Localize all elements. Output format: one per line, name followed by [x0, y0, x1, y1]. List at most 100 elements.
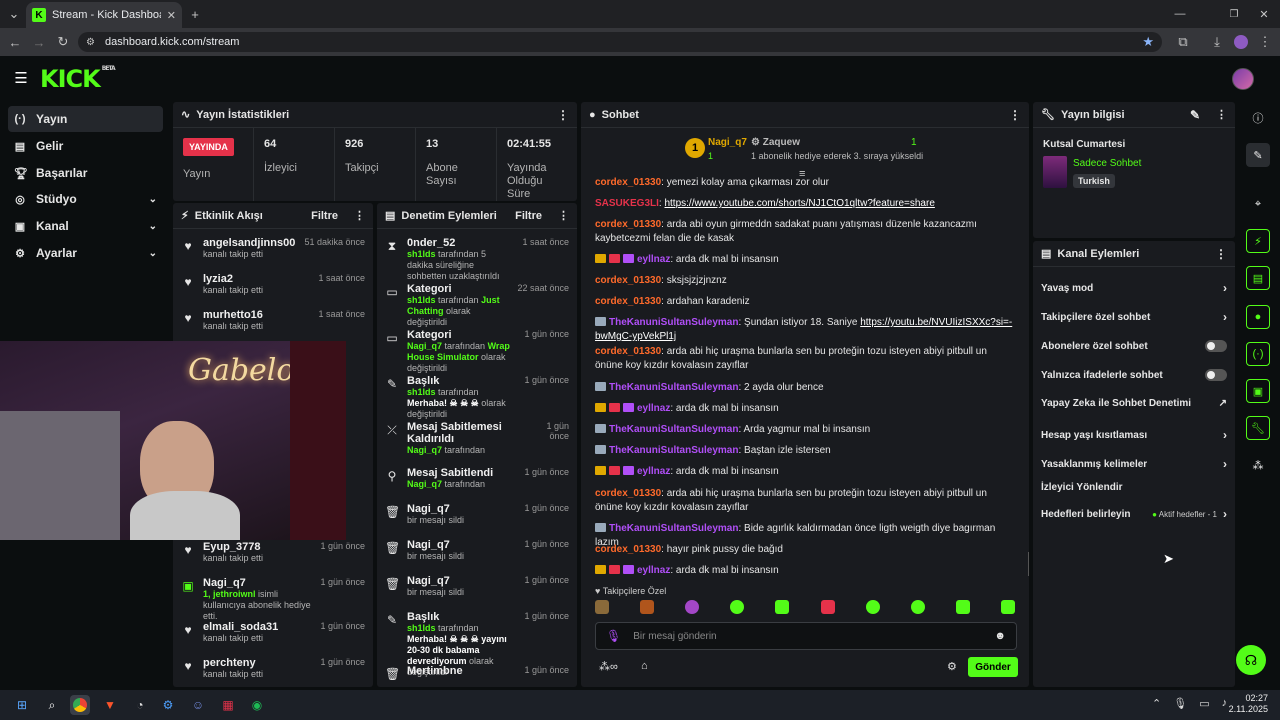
emote-4-icon[interactable] [730, 600, 745, 614]
list-item[interactable]: ♥ angelsandjinns00 kanalı takip etti 51 dak… [173, 237, 373, 260]
list-item[interactable]: ⚲ Mesaj Sabitlendi Nagi_q7 tarafından 1 gün… [377, 467, 577, 490]
chat-username[interactable]: SASUKEG3LI [595, 198, 659, 209]
action-ai-moderation[interactable]: Yapay Zeka ile Sohbet Denetimi ↗ [1041, 398, 1227, 409]
extensions-icon[interactable]: ⧉ [1176, 34, 1190, 50]
hamburger-menu-icon[interactable]: ☰ [14, 70, 28, 87]
chat-username[interactable]: cordex_01330 [595, 346, 661, 357]
emotes-only-toggle[interactable] [1205, 369, 1227, 381]
sidebar-item-ayarlar[interactable]: ⚙ Ayarlar ⌄ [8, 240, 163, 266]
chat-bubble-icon[interactable]: ● [1246, 305, 1270, 329]
list-item[interactable]: ♥ elmali_soda31 kanalı takip etti 1 gün önc… [173, 621, 373, 644]
action-raid[interactable]: İzleyici Yönlendir [1041, 482, 1227, 493]
tab-search-icon[interactable]: ⌄ [6, 6, 22, 22]
filter-button[interactable]: Filtre [311, 210, 338, 222]
gifter-name[interactable]: ⚙ Zaquew [751, 137, 800, 148]
list-item[interactable]: ▭ Kategori sh1lds tarafından Just Chatting… [377, 283, 577, 328]
app-icon[interactable]: ◔ [130, 695, 150, 715]
emoji-icon[interactable]: ☻ [994, 630, 1006, 642]
list-item[interactable]: ▭ Kategori Nagi_q7 tarafından Wrap House S… [377, 329, 577, 374]
display-icon[interactable]: ▭ [1199, 697, 1209, 710]
emote-10-icon[interactable] [1000, 600, 1015, 614]
mic-icon[interactable]: 🎙︎ [1173, 697, 1187, 710]
address-bar[interactable]: ⚙ dashboard.kick.com/stream ★ [78, 32, 1162, 52]
list-item[interactable]: ⧗ 0nder_52 sh1lds tarafından 5 dakika süre… [377, 237, 577, 282]
list-item[interactable]: 🗑︎ Nagi_q7 bir mesajı sildi 1 gün önce [377, 575, 577, 598]
chat-username[interactable]: eyllnaz [637, 254, 670, 265]
action-slow-mode[interactable]: Yavaş mod › [1041, 281, 1227, 295]
volume-icon[interactable]: ♪ [1222, 697, 1228, 710]
sidebar-item-studyo[interactable]: ◎ Stüdyo ⌄ [8, 186, 163, 212]
apps-icon[interactable]: ⁂ [1246, 453, 1270, 477]
sidebar-item-yayin[interactable]: (·) Yayın [8, 106, 163, 132]
media-app-icon[interactable]: ▦ [218, 695, 238, 715]
action-account-age[interactable]: Hesap yaşı kısıtlaması › [1041, 428, 1227, 442]
chat-username[interactable]: TheKanuniSultanSuleyman [609, 523, 738, 534]
microphone-icon[interactable]: 🎙︎ [606, 629, 621, 643]
maximize-icon[interactable]: ❐ [1226, 6, 1242, 22]
more-options-icon[interactable]: ⋮ [558, 209, 569, 222]
more-options-icon[interactable]: ⋮ [354, 209, 365, 222]
top-gifter-name[interactable]: Nagi_q7 [708, 137, 747, 148]
action-banned-words[interactable]: Yasaklanmış kelimeler › [1041, 457, 1227, 471]
sidebar-item-basarilar[interactable]: 🏆︎ Başarılar [8, 160, 163, 186]
chat-username[interactable]: eyllnaz [637, 466, 670, 477]
chat-link[interactable]: https://www.youtube.com/shorts/NJ1CtO1ql… [664, 198, 934, 209]
chat-username[interactable]: TheKanuniSultanSuleyman [609, 424, 738, 435]
search-icon[interactable]: ⌕ [42, 695, 62, 715]
chat-settings-icon[interactable]: ⚙ [947, 660, 957, 673]
back-icon[interactable]: ← [8, 34, 22, 50]
discord-icon[interactable]: ☺ [188, 695, 208, 715]
chat-scrollbar[interactable] [1028, 552, 1029, 576]
emote-3-icon[interactable] [685, 600, 700, 614]
broadcast-icon[interactable]: (·) [1246, 342, 1270, 366]
close-tab-icon[interactable]: ✕ [167, 9, 176, 22]
browser-menu-icon[interactable]: ⋮ [1258, 34, 1272, 50]
lightning-icon[interactable]: ⚡︎ [1246, 229, 1270, 253]
category-name[interactable]: Sadece Sohbet [1073, 158, 1141, 169]
forward-icon[interactable]: → [32, 34, 46, 50]
chat-username[interactable]: eyllnaz [637, 565, 670, 576]
minimize-icon[interactable]: — [1172, 6, 1188, 22]
emote-5-icon[interactable] [775, 600, 790, 614]
chat-username[interactable]: cordex_01330 [595, 296, 661, 307]
send-button[interactable]: Gönder [968, 657, 1018, 677]
tray-chevron-icon[interactable]: ⌃ [1152, 697, 1161, 710]
list-item[interactable]: 🗑︎ Nagi_q7 bir mesajı sildi 1 gün önce [377, 539, 577, 562]
action-followers-only[interactable]: Takipçilere özel sohbet › [1041, 310, 1227, 324]
emote-9-icon[interactable] [955, 600, 970, 614]
chat-input[interactable]: 🎙︎ Bir mesaj gönderin ☻ [595, 622, 1017, 650]
focus-icon[interactable]: ⌖ [1246, 192, 1270, 216]
browser-tab[interactable]: K Stream - Kick Dashboard ✕ [26, 2, 182, 28]
more-options-icon[interactable]: ⋮ [557, 108, 569, 122]
user-avatar[interactable] [1232, 68, 1254, 90]
chat-username[interactable]: TheKanuniSultanSuleyman [609, 317, 738, 328]
chat-username[interactable]: cordex_01330 [595, 177, 661, 188]
more-options-icon[interactable]: ⋮ [1216, 108, 1227, 121]
list-item[interactable]: ▣ Nagi_q7 1, jethroiwnl isimli kullanıcıya… [173, 577, 373, 622]
reload-icon[interactable]: ↻ [56, 34, 70, 50]
store-icon[interactable]: ⌂ [641, 660, 648, 672]
sidebar-item-kanal[interactable]: ▣ Kanal ⌄ [8, 213, 163, 239]
chat-username[interactable]: cordex_01330 [595, 219, 661, 230]
profile-avatar[interactable] [1234, 35, 1248, 49]
emote-1-icon[interactable] [595, 600, 609, 614]
kick-logo[interactable]: KICK BETA [40, 65, 116, 93]
list-item[interactable]: ♥ murhetto16 kanalı takip etti 1 saat önce [173, 309, 373, 332]
channel-points-icon[interactable]: ⁂∞ [599, 660, 618, 673]
layout-icon[interactable]: ▣ [1246, 379, 1270, 403]
chat-username[interactable]: cordex_01330 [595, 544, 661, 555]
emote-8-icon[interactable] [910, 600, 925, 614]
list-item[interactable]: 🗑︎ Nagi_q7 bir mesajı sildi 1 gün önce [377, 503, 577, 526]
brave-icon[interactable]: ▼ [100, 695, 120, 715]
emote-2-icon[interactable] [640, 600, 655, 614]
close-window-icon[interactable]: ✕ [1256, 6, 1272, 22]
filter-button[interactable]: Filtre [515, 210, 542, 222]
list-item[interactable]: 🗑︎ Mertimbne 1 gün önce [377, 665, 577, 681]
emote-6-icon[interactable] [820, 600, 835, 614]
chat-username[interactable]: eyllnaz [637, 403, 670, 414]
list-item[interactable]: ♥ Eyup_3778 kanalı takip etti 1 gün önce [173, 541, 373, 564]
edit-pencil-icon[interactable]: ✎ [1246, 143, 1270, 167]
list-item[interactable]: ♥ perchteny kanalı takip etti 1 gün önce [173, 657, 373, 680]
document-icon[interactable]: ▤ [1246, 266, 1270, 290]
action-goals[interactable]: Hedefleri belirleyin ● Aktif hedefler - 1… [1041, 507, 1227, 521]
